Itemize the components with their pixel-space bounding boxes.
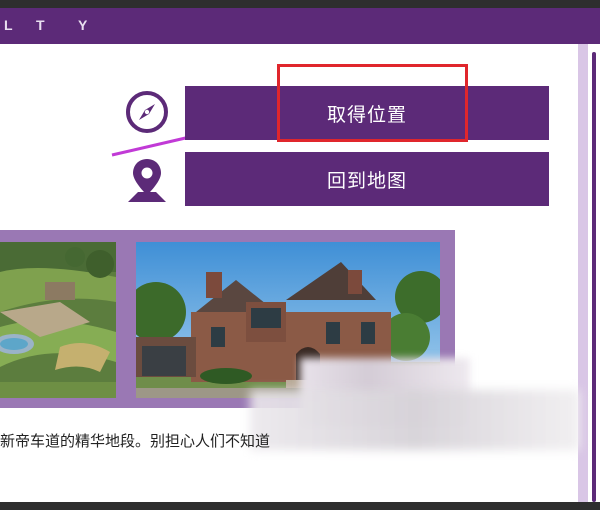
scrollbar-thumb[interactable] bbox=[592, 52, 596, 502]
map-pin-icon bbox=[124, 155, 170, 205]
site-header: L T Y bbox=[0, 8, 600, 44]
window-bottom-strip bbox=[0, 502, 600, 510]
header-letter: L bbox=[4, 17, 13, 33]
aerial-estate-photo[interactable] bbox=[0, 242, 116, 398]
header-letter: T bbox=[36, 17, 45, 33]
description-text: 新帝车道的精华地段。别担心人们不知道 bbox=[0, 432, 271, 450]
highlight-box bbox=[277, 64, 468, 142]
header-letter: Y bbox=[78, 17, 88, 33]
window-top-strip bbox=[0, 0, 600, 8]
back-to-map-button[interactable]: 回到地图 bbox=[185, 152, 549, 206]
